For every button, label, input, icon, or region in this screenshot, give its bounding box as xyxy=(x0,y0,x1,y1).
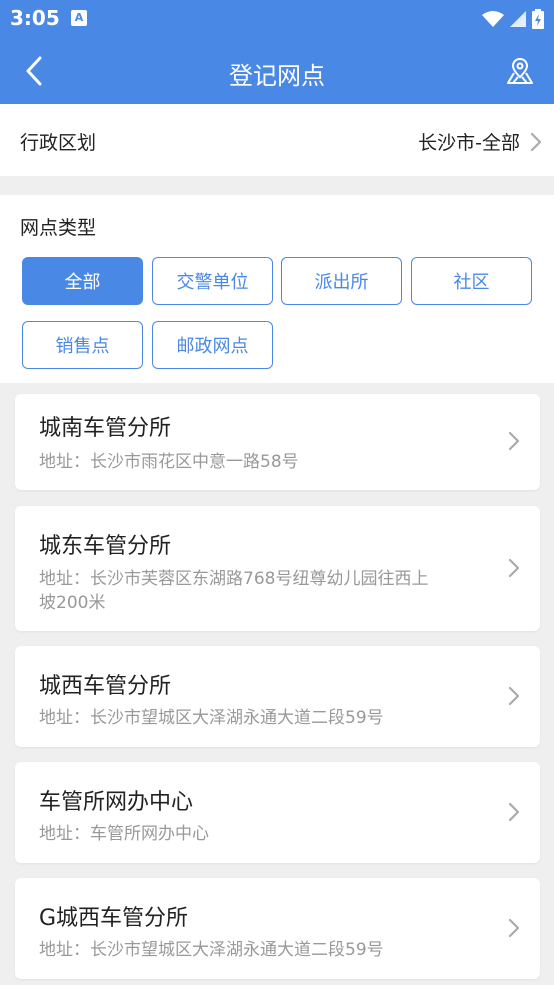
location-type-filter: 网点类型 全部 交警单位 派出所 社区 销售点 邮政网点 xyxy=(0,195,554,383)
location-name: 车管所网办中心 xyxy=(39,790,194,815)
notification-icon: A xyxy=(71,10,87,26)
location-name: 城南车管分所 xyxy=(39,416,172,441)
chip-sales-point[interactable]: 销售点 xyxy=(22,321,143,369)
chip-post-office[interactable]: 邮政网点 xyxy=(152,321,273,369)
location-name: G城西车管分所 xyxy=(39,906,189,931)
chevron-right-icon xyxy=(508,431,520,451)
location-address: 地址：长沙市望城区大泽湖永通大道二段59号 xyxy=(39,940,384,960)
wifi-icon xyxy=(482,11,504,27)
battery-icon xyxy=(532,9,544,29)
status-icons xyxy=(482,7,544,31)
map-button[interactable] xyxy=(500,51,540,91)
chip-traffic-police[interactable]: 交警单位 xyxy=(152,257,273,305)
location-card[interactable]: 城西车管分所 地址：长沙市望城区大泽湖永通大道二段59号 xyxy=(15,646,540,747)
app-bar: 登记网点 xyxy=(0,38,554,104)
region-value: 长沙市-全部 xyxy=(418,132,520,154)
chip-police-station[interactable]: 派出所 xyxy=(281,257,402,305)
location-address: 地址：长沙市望城区大泽湖永通大道二段59号 xyxy=(39,708,384,728)
map-location-icon xyxy=(507,57,533,84)
chevron-right-icon xyxy=(508,802,520,822)
location-address: 地址：车管所网办中心 xyxy=(39,824,209,844)
location-address: 地址：长沙市雨花区中意一路58号 xyxy=(39,452,299,472)
chip-community[interactable]: 社区 xyxy=(411,257,532,305)
signal-icon xyxy=(510,11,526,27)
location-name: 城西车管分所 xyxy=(39,674,172,699)
page-title: 登记网点 xyxy=(229,62,325,90)
status-time: 3:05 xyxy=(10,6,60,30)
location-card[interactable]: 城东车管分所 地址：长沙市芙蓉区东湖路768号纽尊幼儿园往西上 坡200米 xyxy=(15,506,540,631)
location-name: 城东车管分所 xyxy=(39,534,172,559)
region-label: 行政区划 xyxy=(20,132,97,154)
chip-all[interactable]: 全部 xyxy=(22,257,143,305)
location-address-line-2: 坡200米 xyxy=(39,593,106,613)
location-card[interactable]: G城西车管分所 地址：长沙市望城区大泽湖永通大道二段59号 xyxy=(15,878,540,979)
location-address-line-1: 地址：长沙市芙蓉区东湖路768号纽尊幼儿园往西上 xyxy=(39,569,429,589)
chevron-right-icon xyxy=(508,558,520,578)
chevron-right-icon xyxy=(530,132,542,152)
location-card[interactable]: 车管所网办中心 地址：车管所网办中心 xyxy=(15,762,540,863)
location-card[interactable]: 城南车管分所 地址：长沙市雨花区中意一路58号 xyxy=(15,394,540,490)
region-selector[interactable]: 行政区划 长沙市-全部 xyxy=(0,104,554,176)
chevron-right-icon xyxy=(508,918,520,938)
type-label: 网点类型 xyxy=(20,217,97,239)
chevron-right-icon xyxy=(508,686,520,706)
status-bar: 3:05 A xyxy=(0,0,554,38)
